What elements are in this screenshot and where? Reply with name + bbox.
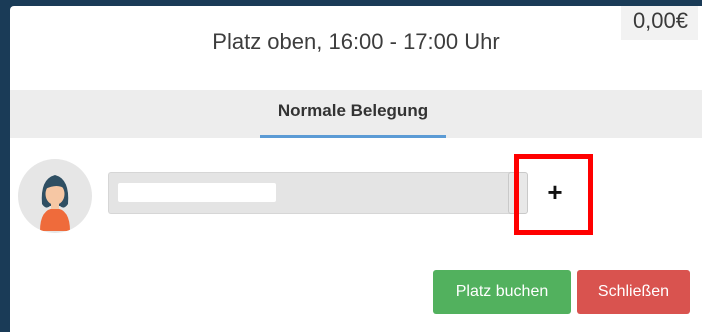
- slot-title: Platz oben, 16:00 - 17:00 Uhr: [212, 29, 500, 54]
- female-avatar-icon: [18, 159, 92, 233]
- close-button[interactable]: Schließen: [577, 270, 690, 314]
- book-slot-button[interactable]: Platz buchen: [433, 270, 571, 314]
- player-name-value: [118, 183, 276, 202]
- plus-icon: +: [547, 176, 563, 207]
- tabs-bar: Normale Belegung: [10, 90, 702, 138]
- booking-dialog: 0,00€ Platz oben, 16:00 - 17:00 Uhr Norm…: [10, 6, 702, 332]
- add-player-button[interactable]: +: [530, 170, 580, 214]
- tab-normale-belegung[interactable]: Normale Belegung: [260, 90, 446, 138]
